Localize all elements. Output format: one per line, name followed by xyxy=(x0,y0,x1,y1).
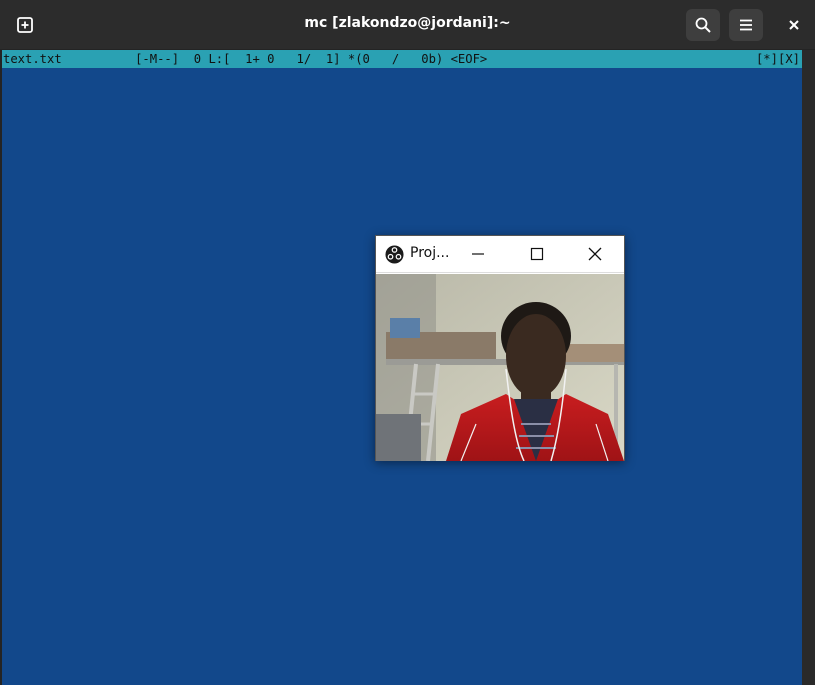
minimize-icon xyxy=(472,253,484,255)
search-icon xyxy=(695,17,711,33)
obs-logo-icon xyxy=(385,245,404,264)
search-button[interactable] xyxy=(686,9,720,41)
editor-status-text: text.txt [-M--] 0 L:[ 1+ 0 1/ 1] *(0 / 0… xyxy=(3,52,488,66)
webcam-image xyxy=(376,274,624,461)
scrollbar-gutter[interactable] xyxy=(802,50,815,685)
close-icon xyxy=(588,247,602,261)
close-icon xyxy=(789,20,799,30)
webcam-preview xyxy=(376,274,624,461)
editor-status-line: text.txt [-M--] 0 L:[ 1+ 0 1/ 1] *(0 / 0… xyxy=(2,50,802,68)
projector-close-button[interactable] xyxy=(582,242,608,266)
menu-button[interactable] xyxy=(729,9,763,41)
maximize-button[interactable] xyxy=(524,242,550,266)
hamburger-menu-icon xyxy=(740,19,752,31)
editor-status-right[interactable]: [*][X] xyxy=(756,50,800,68)
close-window-button[interactable] xyxy=(777,9,811,41)
minimize-button[interactable] xyxy=(465,242,491,266)
maximize-icon xyxy=(530,247,544,261)
projector-titlebar[interactable]: Proj... xyxy=(376,236,624,273)
projector-title: Proj... xyxy=(410,245,450,261)
projector-window[interactable]: Proj... xyxy=(375,235,625,461)
header-bar: mc [zlakondzo@jordani]:~ xyxy=(0,0,815,49)
terminal-window: mc [zlakondzo@jordani]:~ text.txt [-M--]… xyxy=(0,0,815,685)
